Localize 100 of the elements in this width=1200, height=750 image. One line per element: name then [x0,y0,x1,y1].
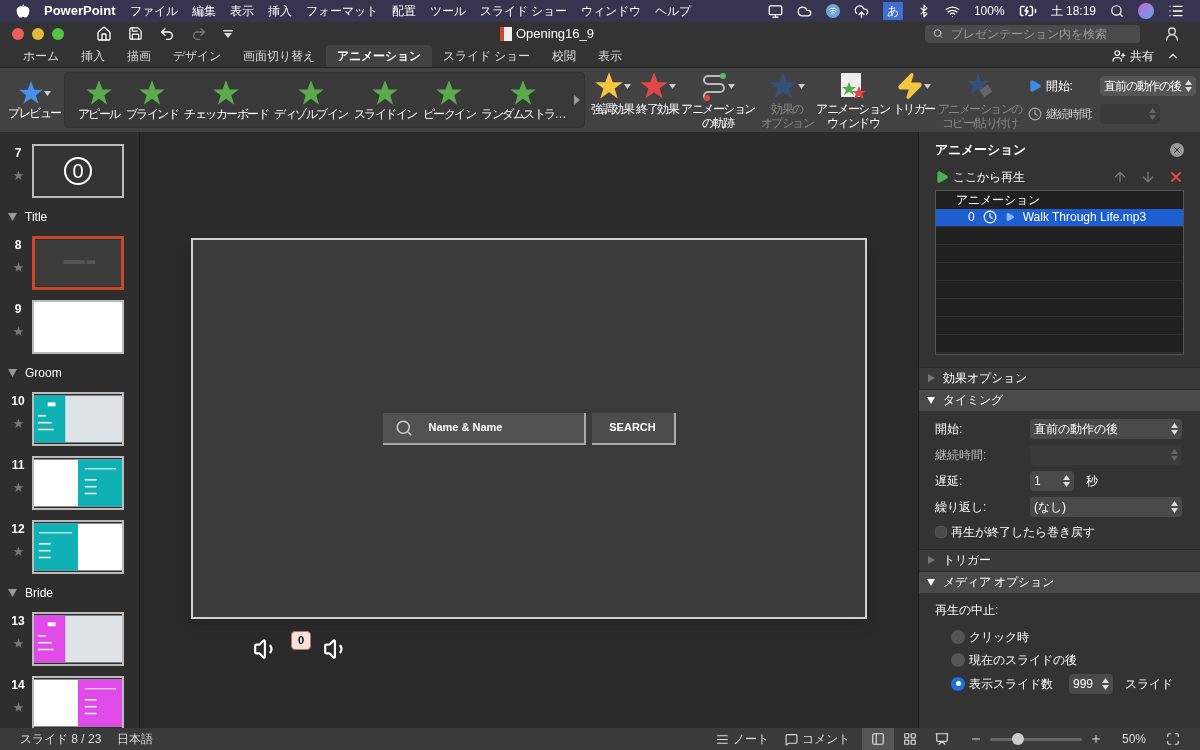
count-field[interactable]: 999 [1069,673,1113,694]
apple-icon[interactable] [16,4,30,18]
clock[interactable]: 土 18:19 [1050,2,1096,20]
battery-percent: 100% [973,3,1005,20]
section-header[interactable]: タイミング [919,388,1200,411]
radio-label[interactable]: クリック時 [969,627,1029,646]
ribbon-button[interactable]: アニメーション ウィンドウ [816,70,890,130]
section-header[interactable]: トリガー [919,548,1200,571]
effect-button[interactable]: ランダムストラ… [480,79,566,121]
effect-button[interactable]: ピークイン [421,79,476,121]
effect-button[interactable]: アピール [76,79,121,121]
menu-item[interactable]: 配置 [391,2,416,20]
language-indicator[interactable]: 日本語 [117,730,154,748]
ribbon-tab[interactable]: アニメーション [326,45,432,67]
stepper-icon [1171,448,1178,461]
play-icon [1027,79,1042,93]
zoom-button[interactable] [52,27,64,40]
ribbon-tab[interactable]: 表示 [587,45,634,67]
ribbon-tab[interactable]: デザイン [162,45,232,67]
effect-button[interactable]: チェッカーボード [183,79,269,121]
search-field[interactable]: プレゼンテーション内を検索 [925,24,1140,43]
section-title[interactable]: Groom [25,364,62,382]
notes-button[interactable]: ノート [715,730,769,748]
slide-thumbnail[interactable]: 0 [32,144,124,198]
star-icon [593,71,624,101]
section-toggle-icon[interactable] [8,369,17,377]
ribbon-tab[interactable]: 挿入 [70,45,116,67]
section-header[interactable]: 効果オプション [919,366,1200,389]
ribbon-button[interactable]: 終了効果 [636,70,678,130]
menu-item[interactable]: 挿入 [267,2,292,20]
section-toggle-icon[interactable] [8,213,17,221]
close-button[interactable] [12,27,24,40]
animation-row[interactable]: 0 Walk Through Life.mp3 [936,208,1183,227]
radio-button[interactable] [951,676,965,691]
menu-icon[interactable] [1168,3,1184,19]
effect-button[interactable]: ディゾルブイン [273,79,349,121]
wifi-icon[interactable] [944,3,960,19]
preview-button[interactable]: プレビュー [8,80,61,120]
app-menu[interactable]: PowerPoint [44,1,116,21]
search-field[interactable]: Name & Name [382,412,586,445]
menu-item[interactable]: スライド ショー [479,2,567,20]
upload-cloud-icon[interactable] [853,3,869,19]
radio-button[interactable] [951,652,965,667]
person-icon[interactable] [1164,25,1180,42]
scroll-right-icon[interactable] [574,95,580,105]
ribbon-tab[interactable]: 校閲 [541,45,588,67]
start-dropdown[interactable]: 直前の動作の後 [1099,76,1196,96]
search-button[interactable]: SEARCH [591,412,676,445]
section-title[interactable]: Title [25,208,48,226]
disclosure-icon [927,396,935,404]
start-dropdown[interactable]: 直前の動作の後 [1030,418,1182,439]
menu-item[interactable]: ファイル [129,2,178,20]
display-icon[interactable] [767,3,783,19]
fit-to-window-icon[interactable] [1166,732,1180,746]
siri-icon[interactable] [1138,3,1154,19]
menu-item[interactable]: 編集 [191,2,216,20]
checkbox-label[interactable]: 再生が終了したら巻き戻す [951,522,1095,541]
menu-item[interactable]: 表示 [229,2,254,20]
ribbon-tab[interactable]: スライド ショー [432,45,542,67]
slide-number: 11 [11,457,25,474]
play-from-button[interactable]: ここから再生 [935,167,1025,186]
radio-button[interactable] [951,629,965,644]
share-button[interactable]: 共有 [1112,45,1154,67]
comments-button[interactable]: コメント [784,730,850,748]
ribbon-tab[interactable]: 画面切り替え [232,45,326,67]
menu-item[interactable]: フォーマット [305,2,378,20]
close-icon[interactable] [1170,142,1184,157]
radio-label[interactable]: 現在のスライドの後 [969,650,1077,669]
ribbon-tab[interactable]: 描画 [116,45,162,67]
input-method-indicator[interactable]: あ [882,2,903,20]
menu-item[interactable]: ウィンドウ [580,2,641,20]
ribbon-button[interactable]: アニメーション の軌跡 [681,70,755,130]
save-icon[interactable] [128,26,143,41]
stepper-icon [1184,80,1192,92]
minimize-button[interactable] [32,27,44,40]
menu-item[interactable]: ツール [429,2,466,20]
search-icon[interactable] [1110,4,1124,18]
ribbon-button[interactable]: 強調効果 [591,70,633,130]
effect-button[interactable]: ブラインド [124,79,179,121]
section-toggle-icon[interactable] [8,589,17,597]
customize-icon[interactable] [223,29,233,38]
zoom-slider[interactable] [989,733,1082,745]
checkbox[interactable] [935,525,947,538]
ribbon-tab[interactable]: ホーム [12,45,70,67]
ribbon-button[interactable]: トリガー [892,70,935,130]
cloud-icon[interactable] [796,3,812,19]
repeat-dropdown[interactable]: (なし) [1030,496,1182,517]
radio-label[interactable]: 表示スライド数 [969,674,1053,693]
zoom-percent[interactable]: 50% [1121,730,1146,748]
home-icon[interactable] [96,25,112,42]
menu-item[interactable]: ヘルプ [654,2,691,20]
delay-field[interactable]: 1 [1030,470,1074,491]
section-title[interactable]: Bride [25,584,53,602]
undo-icon[interactable] [159,25,175,42]
view-button[interactable] [861,728,894,750]
zoom-in-icon[interactable] [1089,733,1102,745]
effect-button[interactable]: スライドイン [352,79,418,121]
field-label: 繰り返し: [935,498,988,516]
redo-icon[interactable] [191,25,207,42]
section-header[interactable]: メディア オプション [919,570,1200,593]
